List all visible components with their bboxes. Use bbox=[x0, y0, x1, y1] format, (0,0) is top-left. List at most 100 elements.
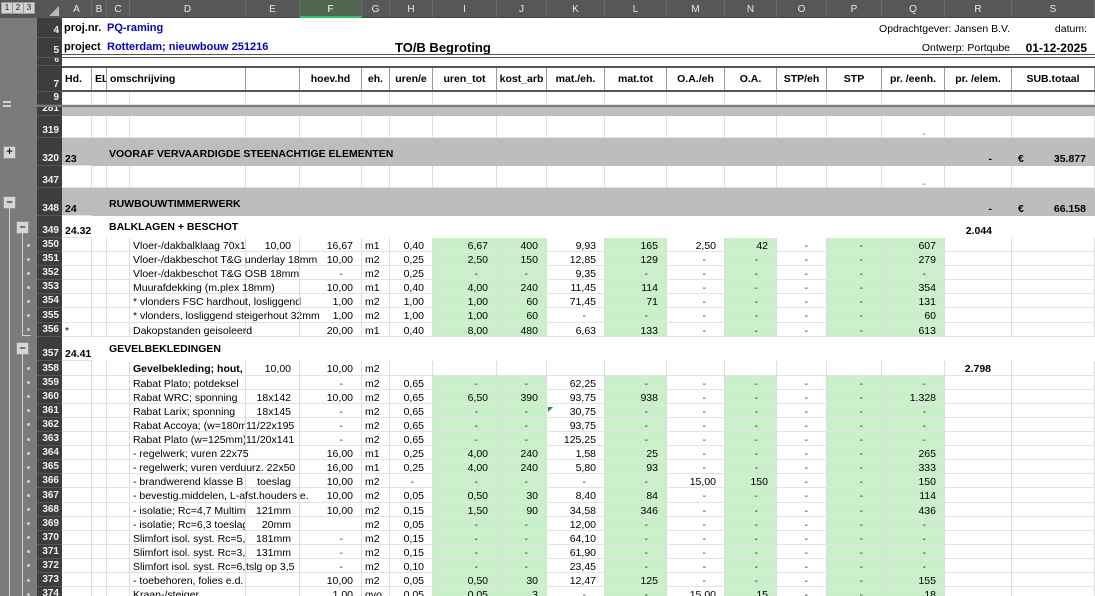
cell-A358[interactable] bbox=[62, 361, 92, 376]
cell-F366[interactable]: 10,00 bbox=[300, 474, 362, 488]
cell-M353[interactable]: - bbox=[667, 280, 725, 294]
cell-Q362[interactable]: - bbox=[882, 418, 945, 432]
cell-C358[interactable] bbox=[107, 361, 130, 376]
cell-K358[interactable] bbox=[547, 361, 605, 376]
cell-R367[interactable] bbox=[945, 488, 1012, 502]
cell-E368[interactable]: 121mm bbox=[246, 503, 300, 517]
cell-A360[interactable] bbox=[62, 390, 92, 404]
cell-Q366[interactable]: 150 bbox=[882, 474, 945, 488]
cell-S359[interactable] bbox=[1012, 376, 1095, 390]
col-header-I[interactable]: I bbox=[433, 0, 497, 18]
cell-H350[interactable]: 0,40 bbox=[390, 238, 433, 252]
cell-F353[interactable]: 10,00 bbox=[300, 280, 362, 294]
cell-M9[interactable] bbox=[667, 92, 725, 105]
cell-P354[interactable]: - bbox=[827, 294, 882, 308]
cell-D364[interactable]: - regelwerk; vuren 22x75 bbox=[130, 446, 246, 460]
cell-G360[interactable]: m2 bbox=[362, 390, 390, 404]
cell-H369[interactable]: 0,05 bbox=[390, 517, 433, 531]
cell-H352[interactable]: 0,25 bbox=[390, 266, 433, 280]
cell-D374[interactable]: Kraan-/steiger bbox=[130, 587, 246, 596]
cell-I347[interactable] bbox=[433, 166, 497, 188]
cell-Q353[interactable]: 354 bbox=[882, 280, 945, 294]
cell-Q369[interactable]: - bbox=[882, 517, 945, 531]
cell-K365[interactable]: 5,80 bbox=[547, 460, 605, 474]
col-header-L[interactable]: L bbox=[605, 0, 667, 18]
cell-A350[interactable] bbox=[62, 238, 92, 252]
cell-O347[interactable] bbox=[777, 166, 827, 188]
cell-O362[interactable]: - bbox=[777, 418, 827, 432]
cell-N352[interactable]: - bbox=[725, 266, 777, 280]
cell-P361[interactable]: - bbox=[827, 404, 882, 418]
cell-R356[interactable] bbox=[945, 323, 1012, 337]
cell-S366[interactable] bbox=[1012, 474, 1095, 488]
cell-D361[interactable]: Rabat Larix; sponning bbox=[130, 404, 246, 418]
header-cell-b[interactable]: EL bbox=[92, 66, 107, 92]
cell-P374[interactable]: - bbox=[827, 587, 882, 596]
cell-H354[interactable]: 1,00 bbox=[390, 294, 433, 308]
cell-E360[interactable]: 18x142 bbox=[246, 390, 300, 404]
cell-M351[interactable]: - bbox=[667, 252, 725, 266]
cell-G372[interactable]: m2 bbox=[362, 559, 390, 573]
cell-C374[interactable] bbox=[107, 587, 130, 596]
cell-D353[interactable]: Muurafdekking (m.plex 18mm) bbox=[130, 280, 246, 294]
cell-K9[interactable] bbox=[547, 92, 605, 105]
cell-G355[interactable]: m2 bbox=[362, 308, 390, 322]
cell-D365[interactable]: - regelwerk; vuren verduurz. 22x50 bbox=[130, 460, 246, 474]
cell-J373[interactable]: 30 bbox=[497, 573, 547, 587]
cell-S355[interactable] bbox=[1012, 308, 1095, 322]
row-header-320[interactable]: 320 bbox=[37, 138, 62, 166]
cell-J363[interactable]: - bbox=[497, 432, 547, 446]
cell-M368[interactable]: - bbox=[667, 503, 725, 517]
cell-A374[interactable] bbox=[62, 587, 92, 596]
cell-P356[interactable]: - bbox=[827, 323, 882, 337]
cell-B366[interactable] bbox=[92, 474, 107, 488]
cell-C362[interactable] bbox=[107, 418, 130, 432]
cell-I360[interactable]: 6,50 bbox=[433, 390, 497, 404]
cell-S371[interactable] bbox=[1012, 545, 1095, 559]
cell-L370[interactable]: - bbox=[605, 531, 667, 545]
cell-J319[interactable] bbox=[497, 116, 547, 138]
cell-P358[interactable] bbox=[827, 361, 882, 376]
cell-N373[interactable]: - bbox=[725, 573, 777, 587]
cell-N369[interactable]: - bbox=[725, 517, 777, 531]
cell-A368[interactable] bbox=[62, 503, 92, 517]
cell-P9[interactable] bbox=[827, 92, 882, 105]
cell-Q361[interactable]: - bbox=[882, 404, 945, 418]
cell-Q319[interactable]: - bbox=[882, 116, 945, 138]
cell-I371[interactable]: - bbox=[433, 545, 497, 559]
projnr-value[interactable]: PQ-raming bbox=[107, 22, 163, 34]
cell-N353[interactable]: - bbox=[725, 280, 777, 294]
collapse-group-button[interactable]: – bbox=[3, 196, 16, 209]
cell-O360[interactable]: - bbox=[777, 390, 827, 404]
row-header-351[interactable]: 351 bbox=[37, 252, 62, 266]
row-header-371[interactable]: 371 bbox=[37, 545, 62, 559]
cell-G365[interactable]: m1 bbox=[362, 460, 390, 474]
cell-Q360[interactable]: 1.328 bbox=[882, 390, 945, 404]
row-header-363[interactable]: 363 bbox=[37, 432, 62, 446]
cell-O363[interactable]: - bbox=[777, 432, 827, 446]
header-cell-a[interactable]: Hd. bbox=[62, 66, 92, 92]
cell-A354[interactable] bbox=[62, 294, 92, 308]
row-header-353[interactable]: 353 bbox=[37, 280, 62, 294]
cell-H362[interactable]: 0,65 bbox=[390, 418, 433, 432]
cell-C319[interactable] bbox=[107, 116, 130, 138]
cell-A355[interactable] bbox=[62, 308, 92, 322]
cell-J359[interactable]: - bbox=[497, 376, 547, 390]
cell-N319[interactable] bbox=[725, 116, 777, 138]
cell-Q365[interactable]: 333 bbox=[882, 460, 945, 474]
cell-N351[interactable]: - bbox=[725, 252, 777, 266]
cell-M369[interactable]: - bbox=[667, 517, 725, 531]
cell-L353[interactable]: 114 bbox=[605, 280, 667, 294]
cell-L368[interactable]: 346 bbox=[605, 503, 667, 517]
cell-F347[interactable] bbox=[300, 166, 362, 188]
cell-F350[interactable]: 16,67 bbox=[300, 238, 362, 252]
cell-P365[interactable]: - bbox=[827, 460, 882, 474]
cell-C364[interactable] bbox=[107, 446, 130, 460]
cell-B361[interactable] bbox=[92, 404, 107, 418]
cell-S367[interactable] bbox=[1012, 488, 1095, 502]
cell-R352[interactable] bbox=[945, 266, 1012, 280]
row-header-364[interactable]: 364 bbox=[37, 446, 62, 460]
cell-C367[interactable] bbox=[107, 488, 130, 502]
row-header-9[interactable]: 9 bbox=[37, 92, 62, 105]
cell-H361[interactable]: 0,65 bbox=[390, 404, 433, 418]
